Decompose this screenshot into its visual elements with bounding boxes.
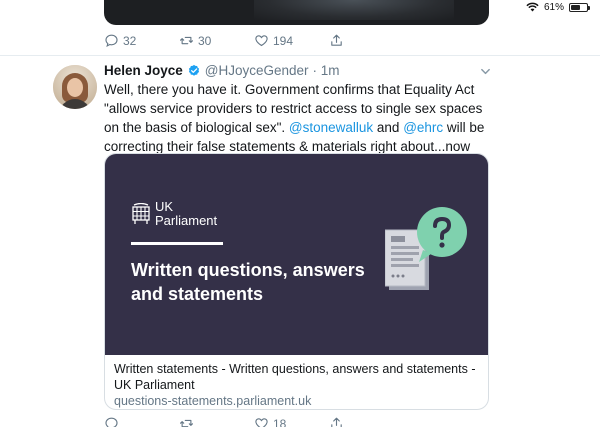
like-count: 18 [273, 416, 287, 427]
like-button[interactable]: 194 [254, 33, 329, 48]
share-icon [331, 417, 342, 427]
like-count: 194 [273, 33, 294, 48]
card-image-title: Written questions, answers and statement… [131, 260, 365, 304]
retweet-button[interactable] [179, 416, 254, 427]
card-meta-title[interactable]: Written statements - Written questions, … [114, 361, 479, 393]
reply-icon [105, 417, 118, 427]
previous-tweet-media[interactable] [104, 0, 489, 25]
card-meta-url[interactable]: questions-statements.parliament.uk [114, 393, 479, 409]
reply-icon [105, 34, 118, 48]
retweet-button[interactable]: 30 [179, 33, 254, 48]
tweet-actions: 18 [104, 416, 404, 427]
portcullis-logo-icon [132, 203, 150, 224]
tweet-timestamp[interactable]: · 1m [313, 63, 340, 78]
logo-text-line1: UK [155, 199, 174, 214]
tweet-text-part: and [373, 120, 404, 135]
chevron-down-icon[interactable] [480, 66, 491, 77]
share-icon [331, 34, 342, 46]
mention-link[interactable]: @ehrc [403, 120, 443, 135]
logo-text-line2: Parliament [155, 213, 218, 228]
retweet-count: 30 [198, 33, 212, 48]
avatar[interactable] [53, 65, 97, 109]
tweet-divider [0, 55, 600, 56]
battery-level [571, 4, 581, 10]
previous-tweet-actions: 32 30 194 [104, 33, 404, 48]
heart-icon [255, 418, 268, 427]
tweet-header: Helen Joyce @HJoyceGender · 1m [104, 63, 340, 78]
heart-icon [255, 35, 268, 47]
verified-badge-icon [188, 64, 199, 76]
author-handle[interactable]: @HJoyceGender [205, 63, 309, 78]
reply-button[interactable]: 32 [104, 33, 179, 48]
like-button[interactable]: 18 [254, 416, 329, 427]
link-card[interactable]: UK Parliament Written questions, answers… [104, 153, 489, 410]
uk-parliament-logo-text: UK Parliament [155, 200, 217, 228]
wifi-icon [526, 2, 539, 12]
battery-icon [569, 2, 590, 12]
reply-count: 32 [123, 33, 137, 48]
card-image[interactable]: UK Parliament Written questions, answers… [105, 154, 488, 355]
share-button[interactable] [329, 416, 404, 427]
retweet-icon [180, 419, 193, 427]
mention-link[interactable]: @stonewalluk [289, 120, 373, 135]
retweet-icon [180, 36, 193, 45]
document-question-illustration [385, 207, 467, 290]
status-bar: 61% [526, 0, 590, 14]
battery-percent: 61% [543, 1, 564, 13]
author-name[interactable]: Helen Joyce [104, 63, 183, 78]
tweet-text: Well, there you have it. Government conf… [104, 80, 494, 156]
card-meta[interactable]: Written statements - Written questions, … [105, 355, 488, 409]
share-button[interactable] [329, 33, 404, 48]
reply-button[interactable] [104, 416, 179, 427]
logo-underline [131, 242, 223, 245]
